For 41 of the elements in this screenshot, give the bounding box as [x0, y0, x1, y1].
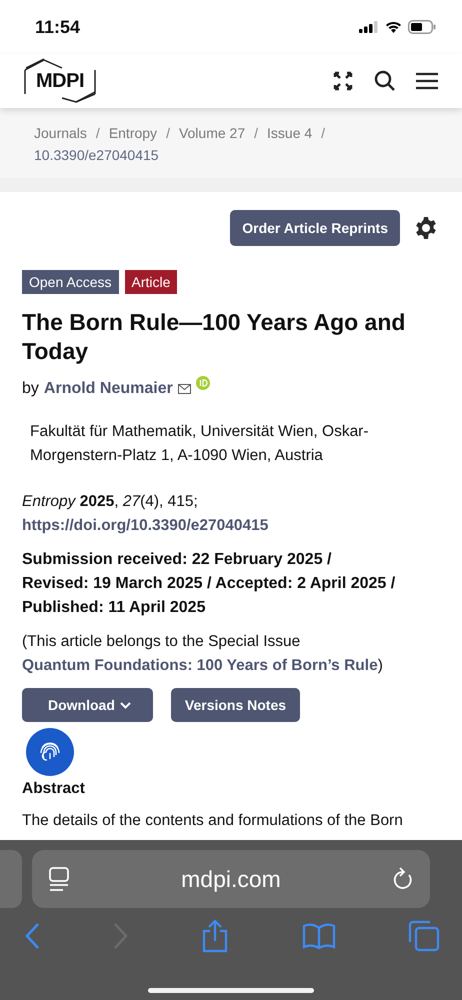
article-tag[interactable]: Article — [124, 270, 178, 294]
mail-icon[interactable] — [178, 384, 191, 394]
breadcrumb-separator: / — [96, 125, 100, 141]
mdpi-logo[interactable]: MDPI — [22, 58, 98, 104]
breadcrumb-link[interactable]: Journals — [34, 125, 87, 141]
fingerprint-button[interactable] — [26, 728, 74, 776]
article-title: The Born Rule—100 Years Ago and Today — [22, 308, 406, 366]
dates-text: Submission received: 22 February 2025 / Revised: 19 March 2025 / Accepted: 2 April 2025 / Published: 11 April 2025 — [22, 550, 396, 618]
breadcrumb-separator: / — [166, 125, 170, 141]
breadcrumb-link[interactable]: Entropy — [108, 125, 158, 141]
settings-icon[interactable] — [414, 216, 438, 240]
doi-link[interactable]: https://doi.org/10.3390/e27040415 — [22, 517, 268, 534]
breadcrumb-link[interactable]: Volume 27 — [178, 125, 246, 141]
special-issue-link[interactable]: Quantum Foundations: 100 Years of Born’s Rule — [22, 657, 378, 674]
citation-text: Entropy 2025, 27(4), 415; — [22, 493, 198, 510]
byline-prefix: by — [22, 380, 39, 398]
status-time: 11:54 — [35, 16, 80, 38]
breadcrumb-link[interactable]: Issue 4 — [267, 125, 312, 141]
download-button[interactable]: Download — [22, 688, 153, 722]
signal-icon — [359, 21, 379, 33]
reload-icon[interactable] — [392, 867, 414, 891]
battery-icon — [408, 20, 436, 34]
breadcrumb-link[interactable]: 10.3390/e27040415 — [34, 147, 159, 163]
caret-icon — [120, 702, 131, 708]
affiliation-text: Fakultät für Mathematik, Universität Wien, Oskar-Morgenstern-Platz 1, A-1090 Wien, Austria — [30, 422, 370, 466]
address-bar[interactable]: mdpi.com — [32, 850, 430, 908]
url-text: mdpi.com — [181, 866, 281, 892]
versions-button[interactable]: Versions Notes — [170, 688, 300, 722]
search-icon[interactable] — [374, 70, 396, 92]
special-issue-text: (This article belongs to the Special Issue Quantum Foundations: 100 Years of Born’s Rule) — [22, 632, 384, 676]
breadcrumb-separator: / — [321, 125, 326, 141]
abstract-text: The details of the contents and formulations of the Born — [22, 812, 404, 830]
author-link[interactable]: Arnold Neumaier — [44, 380, 173, 398]
order-reprints-button[interactable]: Order Article Reprints — [230, 210, 400, 246]
page-menu-icon[interactable] — [48, 867, 70, 891]
breadcrumb-separator: / — [254, 125, 258, 141]
abstract-heading: Abstract — [22, 780, 86, 798]
wifi-icon — [385, 21, 402, 33]
menu-icon[interactable] — [416, 72, 438, 90]
expand-icon[interactable] — [332, 70, 354, 92]
article-tag[interactable]: Open Access — [22, 270, 118, 294]
